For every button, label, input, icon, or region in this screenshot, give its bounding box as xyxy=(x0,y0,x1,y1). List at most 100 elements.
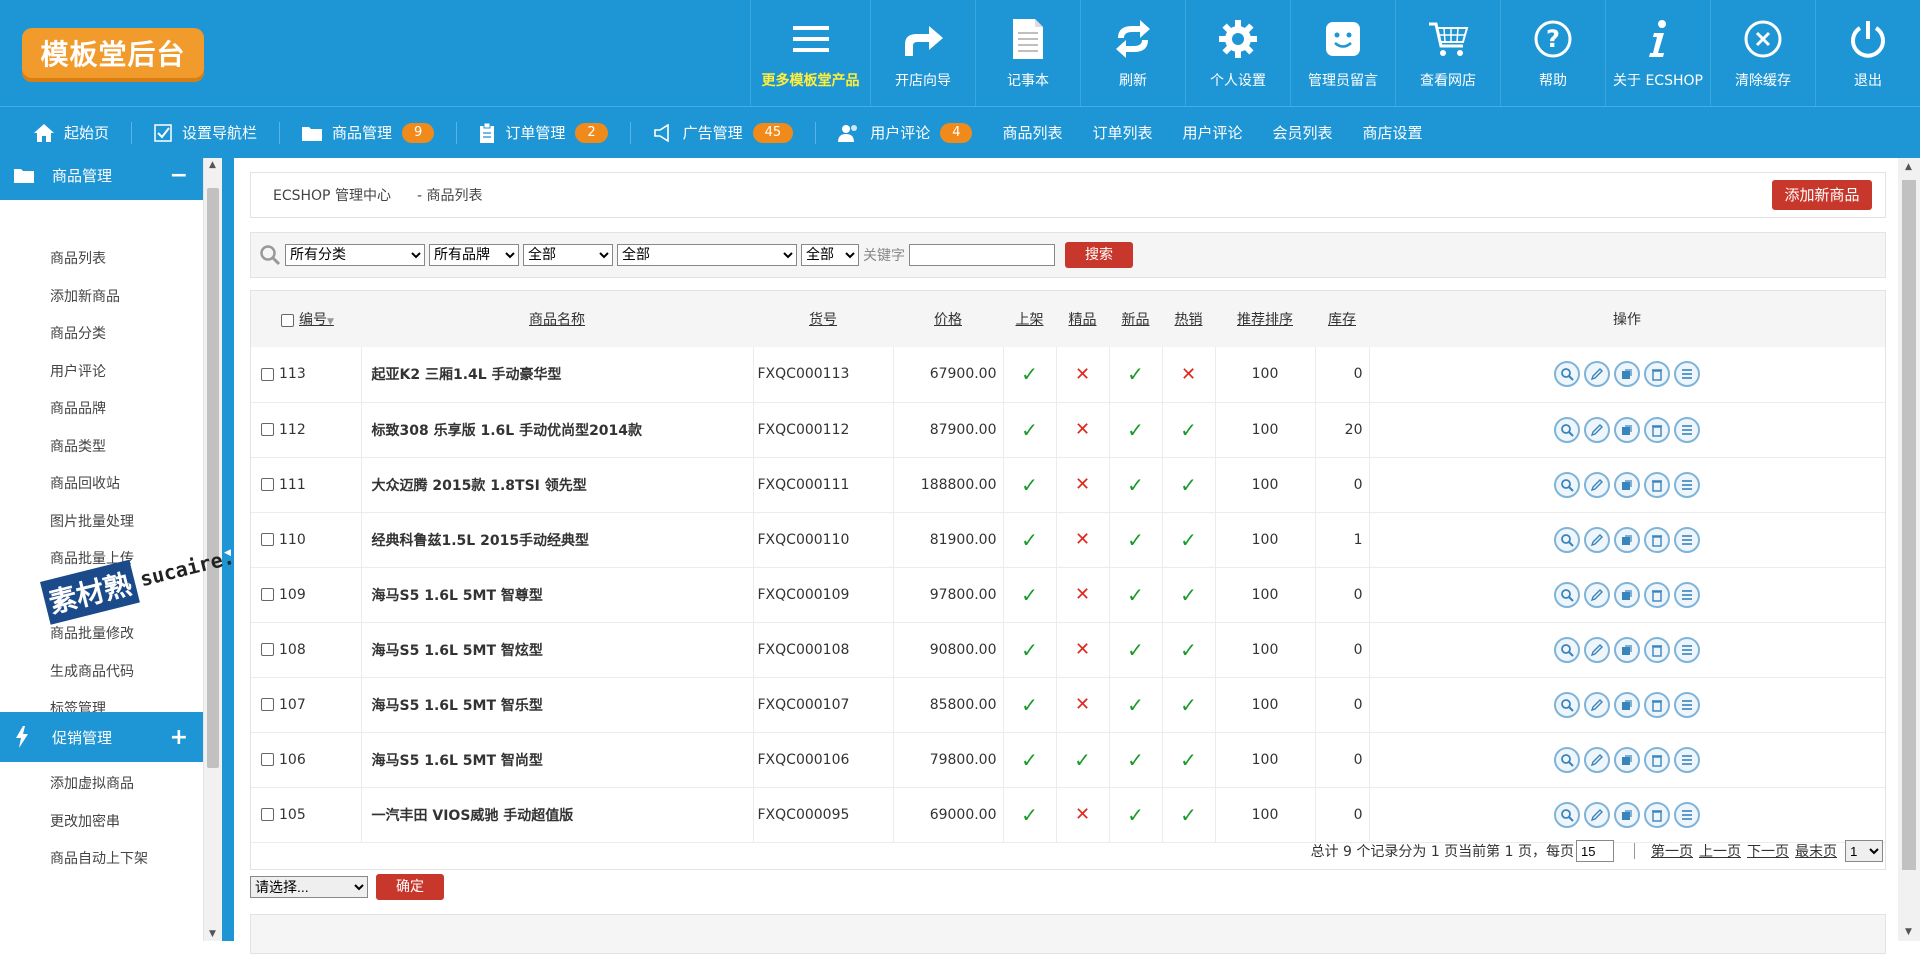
cell-stock[interactable]: 0 xyxy=(1314,677,1369,732)
no-cross-icon[interactable]: ✕ xyxy=(1181,364,1196,385)
yes-check-icon[interactable]: ✓ xyxy=(1127,583,1144,607)
yes-check-icon[interactable]: ✓ xyxy=(1021,583,1038,607)
cell-stock[interactable]: 0 xyxy=(1314,347,1369,402)
yes-check-icon[interactable]: ✓ xyxy=(1021,362,1038,386)
cell-stock[interactable]: 0 xyxy=(1314,567,1369,622)
row-checkbox[interactable] xyxy=(261,533,274,546)
cell-name[interactable]: 海马S5 1.6L 5MT 智尊型 xyxy=(360,567,753,622)
cell-sort[interactable]: 100 xyxy=(1214,457,1315,512)
sidebar-item[interactable]: 商品批量修改 xyxy=(0,616,203,654)
view-icon[interactable] xyxy=(1554,636,1581,663)
per-page-input[interactable] xyxy=(1576,840,1614,862)
no-cross-icon[interactable]: ✕ xyxy=(1075,529,1090,550)
scroll-up-icon[interactable]: ▲ xyxy=(1905,162,1912,172)
cell-stock[interactable]: 0 xyxy=(1314,732,1369,787)
row-checkbox[interactable] xyxy=(261,698,274,711)
list-icon[interactable] xyxy=(1674,471,1701,498)
cell-name[interactable]: 海马S5 1.6L 5MT 智炫型 xyxy=(360,622,753,677)
row-checkbox[interactable] xyxy=(261,367,274,381)
cell-sort[interactable]: 100 xyxy=(1214,622,1315,677)
cell-name[interactable]: 海马S5 1.6L 5MT 智乐型 xyxy=(360,677,753,732)
subnav-item-7[interactable]: 订单列表 xyxy=(1093,122,1153,143)
sidebar-item[interactable]: 添加新商品 xyxy=(0,279,203,317)
col-price[interactable]: 价格 xyxy=(893,291,1003,347)
copy-icon[interactable] xyxy=(1614,636,1641,663)
edit-icon[interactable] xyxy=(1584,636,1611,663)
cell-name[interactable]: 大众迈腾 2015款 1.8TSI 领先型 xyxy=(360,457,753,512)
delete-icon[interactable] xyxy=(1644,361,1671,388)
sidebar-item[interactable]: 商品列表 xyxy=(0,241,203,279)
yes-check-icon[interactable]: ✓ xyxy=(1180,693,1197,717)
cell-name[interactable]: 起亚K2 三厢1.4L 手动豪华型 xyxy=(360,347,753,402)
filter-select-2[interactable]: 全部 xyxy=(617,244,797,266)
page-scroll-thumb[interactable] xyxy=(1902,180,1916,870)
row-checkbox[interactable] xyxy=(261,588,274,601)
cell-sort[interactable]: 100 xyxy=(1214,347,1315,402)
subnav-item-3[interactable]: 订单管理 2 xyxy=(479,122,608,143)
topnav-message[interactable]: 管理员留言 xyxy=(1290,0,1395,106)
filter-select-3[interactable]: 全部 xyxy=(801,244,859,266)
sidebar-item[interactable]: 生成商品代码 xyxy=(0,654,203,692)
delete-icon[interactable] xyxy=(1644,801,1671,828)
topnav-refresh[interactable]: 刷新 xyxy=(1080,0,1185,106)
cell-sort[interactable]: 100 xyxy=(1214,402,1315,457)
row-checkbox[interactable] xyxy=(261,423,274,436)
no-cross-icon[interactable]: ✕ xyxy=(1075,804,1090,825)
collapse-icon[interactable]: − xyxy=(170,163,188,188)
yes-check-icon[interactable]: ✓ xyxy=(1127,693,1144,717)
select-all-checkbox[interactable] xyxy=(281,313,294,327)
edit-icon[interactable] xyxy=(1584,801,1611,828)
sidebar-scroll-thumb[interactable] xyxy=(207,188,219,768)
yes-check-icon[interactable]: ✓ xyxy=(1127,528,1144,552)
breadcrumb-root[interactable]: ECSHOP 管理中心 xyxy=(273,185,391,205)
list-icon[interactable] xyxy=(1674,526,1701,553)
filter-select-1[interactable]: 全部 xyxy=(523,244,613,266)
delete-icon[interactable] xyxy=(1644,526,1671,553)
col-sn[interactable]: 货号 xyxy=(753,291,893,347)
col-sort[interactable]: 推荐排序 xyxy=(1215,291,1315,347)
topnav-close-circle[interactable]: 清除缓存 xyxy=(1710,0,1815,106)
sidebar-item[interactable]: 商品回收站 xyxy=(0,466,203,504)
cell-name[interactable]: 经典科鲁兹1.5L 2015手动经典型 xyxy=(360,512,753,567)
copy-icon[interactable] xyxy=(1614,416,1641,443)
yes-check-icon[interactable]: ✓ xyxy=(1180,528,1197,552)
cell-name[interactable]: 标致308 乐享版 1.6L 手动优尚型2014款 xyxy=(360,402,753,457)
cell-sort[interactable]: 100 xyxy=(1214,677,1315,732)
delete-icon[interactable] xyxy=(1644,581,1671,608)
yes-check-icon[interactable]: ✓ xyxy=(1021,748,1038,772)
yes-check-icon[interactable]: ✓ xyxy=(1127,362,1144,386)
subnav-item-9[interactable]: 会员列表 xyxy=(1273,122,1333,143)
view-icon[interactable] xyxy=(1554,691,1581,718)
view-icon[interactable] xyxy=(1554,526,1581,553)
list-icon[interactable] xyxy=(1674,801,1701,828)
cell-stock[interactable]: 0 xyxy=(1314,622,1369,677)
delete-icon[interactable] xyxy=(1644,416,1671,443)
row-checkbox[interactable] xyxy=(261,808,274,821)
copy-icon[interactable] xyxy=(1614,746,1641,773)
batch-confirm-button[interactable]: 确定 xyxy=(376,874,444,900)
yes-check-icon[interactable]: ✓ xyxy=(1021,803,1038,827)
yes-check-icon[interactable]: ✓ xyxy=(1021,693,1038,717)
copy-icon[interactable] xyxy=(1614,801,1641,828)
col-hot[interactable]: 热销 xyxy=(1162,291,1215,347)
topnav-cart[interactable]: 查看网店 xyxy=(1395,0,1500,106)
edit-icon[interactable] xyxy=(1584,471,1611,498)
edit-icon[interactable] xyxy=(1584,581,1611,608)
no-cross-icon[interactable]: ✕ xyxy=(1075,584,1090,605)
col-new[interactable]: 新品 xyxy=(1109,291,1162,347)
col-best[interactable]: 精品 xyxy=(1056,291,1109,347)
cell-stock[interactable]: 0 xyxy=(1314,787,1369,842)
yes-check-icon[interactable]: ✓ xyxy=(1180,473,1197,497)
list-icon[interactable] xyxy=(1674,691,1701,718)
no-cross-icon[interactable]: ✕ xyxy=(1075,474,1090,495)
edit-icon[interactable] xyxy=(1584,526,1611,553)
batch-select[interactable]: 请选择... xyxy=(250,876,368,898)
topnav-menu[interactable]: 更多模板堂产品 xyxy=(750,0,870,106)
topnav-notepad[interactable]: 记事本 xyxy=(975,0,1080,106)
edit-icon[interactable] xyxy=(1584,361,1611,388)
subnav-item-2[interactable]: 商品管理 9 xyxy=(302,122,435,143)
brand-select[interactable]: 所有品牌 xyxy=(429,244,519,266)
scroll-down-icon[interactable]: ▼ xyxy=(1905,927,1912,937)
list-icon[interactable] xyxy=(1674,746,1701,773)
sidebar-item[interactable]: 添加虚拟商品 xyxy=(0,766,203,804)
